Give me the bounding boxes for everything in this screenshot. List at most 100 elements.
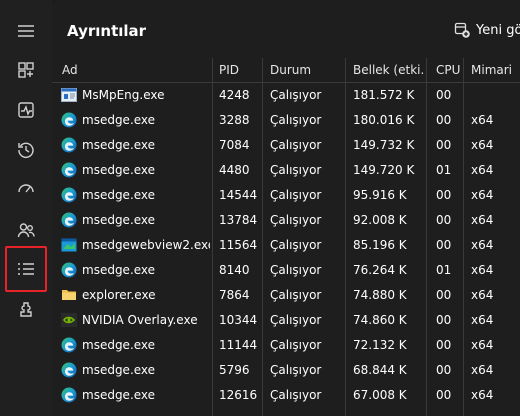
main-panel: Ayrıntılar Yeni gö Ad PID Durum Bellek (… <box>52 0 520 416</box>
table-row[interactable]: msedgewebview2.exe 11564 Çalışıyor 85.196 K… <box>52 233 520 258</box>
process-name: msedge.exe <box>82 388 156 402</box>
process-name: msedge.exe <box>82 338 156 352</box>
process-pid: 11144 <box>219 338 258 352</box>
process-architecture: x64 <box>471 163 494 177</box>
process-pid: 13784 <box>219 213 258 227</box>
table-row[interactable]: msedge.exe 13784 Çalışıyor 92.008 K 00 x64 <box>52 208 520 233</box>
process-pid: 4248 <box>219 88 250 102</box>
process-name: msedge.exe <box>82 113 156 127</box>
app-history-icon[interactable] <box>8 132 44 168</box>
defender-icon <box>61 87 77 103</box>
process-status: Çalışıyor <box>270 188 322 202</box>
column-header-name[interactable]: Ad <box>62 58 212 82</box>
process-cpu: 00 <box>436 213 452 227</box>
table-row[interactable]: msedge.exe 3288 Çalışıyor 180.016 K 00 x64 <box>52 108 520 133</box>
processes-icon[interactable] <box>8 52 44 88</box>
column-header-memory[interactable]: Bellek (etki... <box>353 58 423 82</box>
edge-icon <box>61 137 77 153</box>
process-status: Çalışıyor <box>270 163 322 177</box>
table-row[interactable]: msedge.exe 7084 Çalışıyor 149.732 K 00 x64 <box>52 133 520 158</box>
services-icon[interactable] <box>8 292 44 328</box>
table-row[interactable]: msedge.exe 5796 Çalışıyor 68.844 K 00 x64 <box>52 358 520 383</box>
edge-icon <box>61 162 77 178</box>
process-status: Çalışıyor <box>270 338 322 352</box>
process-memory: 68.844 K <box>353 363 407 377</box>
process-memory: 74.860 K <box>353 313 407 327</box>
edge-icon <box>61 112 77 128</box>
process-cpu: 00 <box>436 238 452 252</box>
webview-icon <box>61 237 77 253</box>
process-status: Çalışıyor <box>270 388 322 402</box>
process-architecture: x64 <box>471 138 494 152</box>
table-row[interactable]: NVIDIA Overlay.exe 10344 Çalışıyor 74.860 K… <box>52 308 520 333</box>
process-name: MsMpEng.exe <box>82 88 165 102</box>
process-memory: 74.880 K <box>353 288 407 302</box>
edge-icon <box>61 387 77 403</box>
table-row[interactable]: msedge.exe 12616 Çalışıyor 67.008 K 00 x64 <box>52 383 520 408</box>
process-architecture: x64 <box>471 388 494 402</box>
process-architecture: x64 <box>471 188 494 202</box>
process-memory: 95.916 K <box>353 188 407 202</box>
table-row[interactable]: msedge.exe 11144 Çalışıyor 72.132 K 00 x64 <box>52 333 520 358</box>
process-pid: 12616 <box>219 388 258 402</box>
process-architecture: x64 <box>471 338 494 352</box>
process-pid: 3288 <box>219 113 250 127</box>
process-architecture <box>471 83 516 108</box>
edge-icon <box>61 212 77 228</box>
process-pid: 11564 <box>219 238 258 252</box>
process-pid: 7084 <box>219 138 250 152</box>
process-name: msedge.exe <box>82 363 156 377</box>
performance-icon[interactable] <box>8 92 44 128</box>
process-name: msedge.exe <box>82 163 156 177</box>
process-pid: 8140 <box>219 263 250 277</box>
startup-apps-icon[interactable] <box>8 170 44 206</box>
process-cpu: 01 <box>436 163 452 177</box>
edge-icon <box>61 262 77 278</box>
process-name: msedge.exe <box>82 213 156 227</box>
table-row[interactable]: msedge.exe 14544 Çalışıyor 95.916 K 00 x64 <box>52 183 520 208</box>
process-status: Çalışıyor <box>270 113 322 127</box>
process-pid: 10344 <box>219 313 258 327</box>
column-header-pid[interactable]: PID <box>219 58 259 82</box>
process-cpu: 00 <box>436 288 452 302</box>
table-header: Ad PID Durum Bellek (etki... CPU Mimari <box>52 58 520 83</box>
process-status: Çalışıyor <box>270 213 322 227</box>
table-row[interactable]: explorer.exe 7864 Çalışıyor 74.880 K 00 x64 <box>52 283 520 308</box>
process-status: Çalışıyor <box>270 288 322 302</box>
process-pid: 7864 <box>219 288 250 302</box>
process-cpu: 00 <box>436 88 452 102</box>
process-memory: 92.008 K <box>353 213 407 227</box>
process-status: Çalışıyor <box>270 238 322 252</box>
sidebar <box>0 0 52 416</box>
process-status: Çalışıyor <box>270 313 322 327</box>
process-cpu: 00 <box>436 313 452 327</box>
process-architecture: x64 <box>471 213 494 227</box>
edge-icon <box>61 187 77 203</box>
process-name: NVIDIA Overlay.exe <box>82 313 198 327</box>
edge-icon <box>61 337 77 353</box>
process-architecture: x64 <box>471 288 494 302</box>
process-status: Çalışıyor <box>270 88 322 102</box>
new-task-icon <box>454 22 470 38</box>
process-cpu: 01 <box>436 263 452 277</box>
process-architecture: x64 <box>471 238 494 252</box>
column-header-status[interactable]: Durum <box>270 58 340 82</box>
process-cpu: 00 <box>436 338 452 352</box>
users-icon[interactable] <box>8 212 44 248</box>
table-row[interactable]: msedge.exe 8140 Çalışıyor 76.264 K 01 x64 <box>52 258 520 283</box>
new-task-button[interactable]: Yeni gö <box>454 22 520 38</box>
details-icon[interactable] <box>5 246 47 292</box>
process-memory: 76.264 K <box>353 263 407 277</box>
process-memory: 72.132 K <box>353 338 407 352</box>
hamburger-menu-icon[interactable] <box>8 13 44 49</box>
process-memory: 181.572 K <box>353 88 415 102</box>
folder-icon <box>61 287 77 303</box>
process-cpu: 00 <box>436 138 452 152</box>
process-architecture: x64 <box>471 313 494 327</box>
process-cpu: 00 <box>436 363 452 377</box>
process-name: msedge.exe <box>82 138 156 152</box>
table-row[interactable]: MsMpEng.exe 4248 Çalışıyor 181.572 K 00 <box>52 83 520 108</box>
table-row[interactable]: msedge.exe 4480 Çalışıyor 149.720 K 01 x64 <box>52 158 520 183</box>
column-header-architecture[interactable]: Mimari <box>471 58 516 82</box>
process-memory: 149.720 K <box>353 163 415 177</box>
